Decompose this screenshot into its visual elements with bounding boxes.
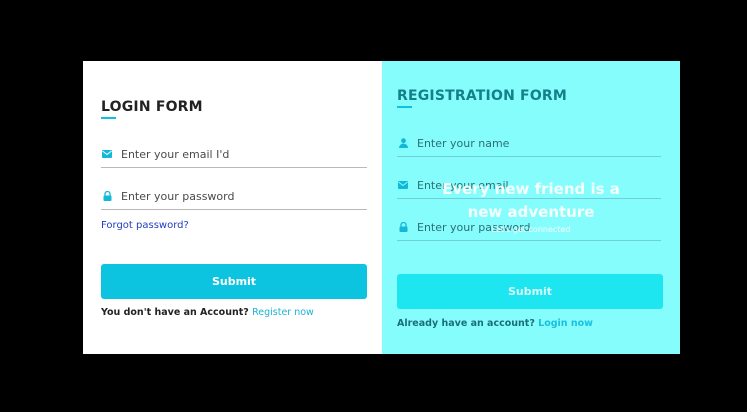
login-panel: LOGIN FORM Forgot password? Submit You d…: [83, 61, 382, 354]
register-submit-button[interactable]: Submit: [397, 274, 663, 309]
envelope-icon: [398, 180, 408, 190]
register-account-prompt: Already have an account?: [397, 318, 535, 329]
register-email-input[interactable]: [417, 178, 637, 192]
registration-title: REGISTRATION FORM: [397, 88, 568, 104]
login-email-field: [101, 141, 367, 168]
registration-title-underline: [397, 106, 412, 108]
form-card: LOGIN FORM Forgot password? Submit You d…: [83, 61, 680, 354]
login-title-underline: [101, 117, 116, 119]
login-account-prompt: You don't have an Account?: [101, 307, 249, 318]
register-password-input[interactable]: [417, 220, 637, 234]
user-icon: [398, 138, 408, 148]
registration-panel: REGISTRATION FORM Submit Already have an…: [382, 61, 680, 354]
login-email-input[interactable]: [121, 147, 341, 161]
login-submit-button[interactable]: Submit: [101, 264, 367, 299]
login-now-link[interactable]: Login now: [538, 318, 593, 329]
lock-icon: [398, 222, 408, 232]
envelope-icon: [102, 149, 112, 159]
lock-icon: [102, 191, 112, 201]
register-account-line: Already have an account? Login now: [397, 318, 593, 329]
register-name-field: [397, 130, 661, 157]
login-password-field: [101, 183, 367, 210]
login-title: LOGIN FORM: [101, 99, 203, 115]
register-now-link[interactable]: Register now: [252, 307, 314, 318]
register-password-field: [397, 214, 661, 241]
forgot-password-link[interactable]: Forgot password?: [101, 220, 189, 231]
login-password-input[interactable]: [121, 189, 341, 203]
register-email-field: [397, 172, 661, 199]
login-account-line: You don't have an Account? Register now: [101, 307, 314, 318]
register-name-input[interactable]: [417, 136, 637, 150]
